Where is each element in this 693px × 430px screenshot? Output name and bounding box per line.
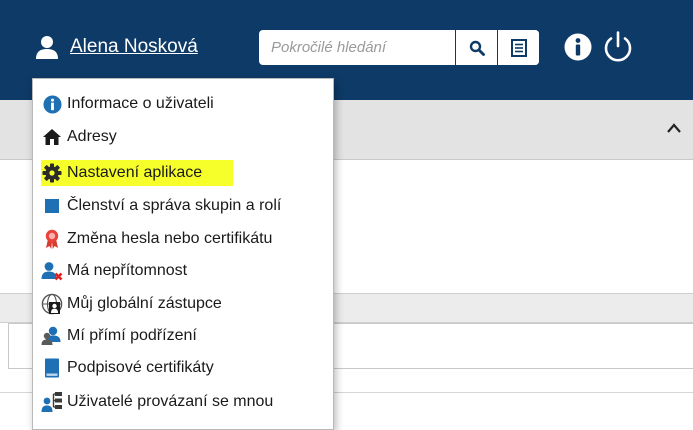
global-deputy-icon — [41, 293, 63, 315]
user-dropdown-menu: Informace o uživateli Adresy Nastavení a… — [32, 78, 334, 430]
home-icon — [41, 126, 63, 148]
menu-item-label: Mí přímí podřízení — [67, 327, 197, 344]
linked-users-icon — [41, 391, 63, 413]
user-account-link[interactable]: Alena Nosková — [34, 34, 198, 60]
chevron-up-icon[interactable] — [666, 122, 682, 134]
menu-item-app-settings[interactable]: Nastavení aplikace — [41, 160, 233, 186]
subordinates-icon — [41, 325, 63, 347]
menu-item-label: Informace o uživateli — [67, 95, 214, 112]
info-circle-icon — [41, 93, 63, 115]
list-form-icon — [510, 38, 527, 57]
menu-item-global-deputy[interactable]: Můj globální zástupce — [41, 291, 225, 317]
menu-item-label: Podpisové certifikáty — [67, 359, 214, 376]
menu-item-group-membership[interactable]: Členství a správa skupin a rolí — [41, 193, 284, 219]
user-absent-icon — [41, 260, 63, 282]
search-icon — [469, 40, 485, 56]
user-icon — [36, 36, 58, 59]
square-icon — [41, 195, 63, 217]
menu-item-label: Má nepřítomnost — [67, 262, 188, 279]
menu-item-direct-subordinates[interactable]: Mí přímí podřízení — [41, 323, 200, 349]
search-input[interactable] — [259, 30, 454, 65]
menu-item-label: Změna hesla nebo certifikátu — [67, 230, 273, 247]
menu-item-label: Můj globální zástupce — [67, 295, 222, 312]
menu-item-addresses[interactable]: Adresy — [41, 124, 120, 150]
info-icon[interactable] — [563, 32, 593, 62]
menu-item-my-absence[interactable]: Má nepřítomnost — [41, 258, 190, 284]
menu-item-label: Uživatelé provázaní se mnou — [67, 393, 274, 410]
menu-item-label: Členství a správa skupin a rolí — [67, 197, 282, 214]
search-box — [259, 30, 539, 65]
menu-item-linked-users[interactable]: Uživatelé provázaní se mnou — [41, 389, 276, 415]
book-icon — [41, 357, 63, 379]
menu-item-label: Nastavení aplikace — [67, 164, 203, 181]
ribbon-icon — [41, 228, 63, 250]
menu-item-change-password[interactable]: Změna hesla nebo certifikátu — [41, 226, 275, 252]
power-icon[interactable] — [601, 30, 635, 64]
user-name-link[interactable]: Alena Nosková — [70, 36, 198, 58]
gear-icon — [41, 162, 63, 184]
menu-item-user-info[interactable]: Informace o uživateli — [41, 91, 217, 117]
search-button[interactable] — [455, 30, 497, 65]
advanced-search-button[interactable] — [497, 30, 539, 65]
menu-item-signing-certificates[interactable]: Podpisové certifikáty — [41, 355, 217, 381]
menu-item-label: Adresy — [67, 128, 117, 145]
